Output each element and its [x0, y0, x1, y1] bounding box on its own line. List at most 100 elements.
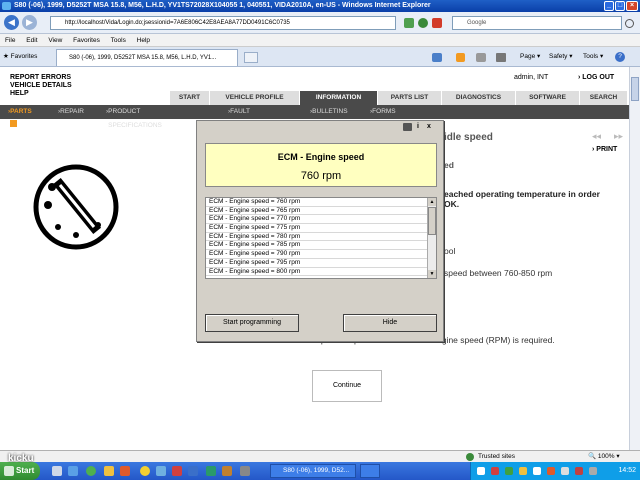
- scroll-down-icon[interactable]: ▼: [428, 270, 436, 278]
- app-quicklaunch-icon[interactable]: [86, 466, 96, 476]
- tab-software[interactable]: SOFTWARE: [516, 91, 580, 105]
- tab-search[interactable]: SEARCH: [580, 91, 628, 105]
- dialog-info-icon[interactable]: i: [417, 123, 419, 130]
- print-link[interactable]: › PRINT: [592, 146, 617, 153]
- folder-icon[interactable]: [104, 466, 114, 476]
- expand-icon[interactable]: [10, 120, 17, 127]
- new-tab-button[interactable]: [244, 52, 258, 63]
- tab-parts-list[interactable]: PARTS LIST: [378, 91, 442, 105]
- minimize-button[interactable]: _: [604, 1, 614, 11]
- menu-edit[interactable]: Edit: [26, 37, 37, 44]
- list-item[interactable]: ECM - Engine speed = 800 rpm: [206, 268, 428, 277]
- menu-help[interactable]: Help: [137, 37, 150, 44]
- tray-icon[interactable]: [533, 467, 541, 475]
- back-button[interactable]: ◀: [4, 15, 19, 30]
- tools-menu[interactable]: Tools ▾: [583, 51, 603, 63]
- tab-vehicle-profile[interactable]: VEHICLE PROFILE: [210, 91, 300, 105]
- continue-button[interactable]: Continue: [312, 370, 382, 402]
- subnav-fault-tracing[interactable]: › FAULT TRACING: [228, 105, 259, 129]
- subnav-parts[interactable]: › PARTS: [8, 105, 32, 119]
- menu-file[interactable]: File: [5, 37, 15, 44]
- list-item[interactable]: ECM - Engine speed = 775 rpm: [206, 224, 428, 233]
- tray-icon[interactable]: [575, 467, 583, 475]
- tool-icon[interactable]: [172, 466, 182, 476]
- utility-icon[interactable]: [206, 466, 216, 476]
- logout-label: LOG OUT: [582, 74, 615, 81]
- menu-view[interactable]: View: [48, 37, 62, 44]
- explorer-icon[interactable]: [188, 466, 198, 476]
- dialog-close-icon[interactable]: x: [427, 123, 431, 130]
- ie-quicklaunch-icon[interactable]: [68, 466, 78, 476]
- messenger-icon[interactable]: [140, 466, 150, 476]
- hide-button[interactable]: Hide: [343, 314, 437, 332]
- page-scrollbar[interactable]: [629, 67, 640, 450]
- logout-link[interactable]: › LOG OUT: [578, 74, 614, 81]
- subnav-repair[interactable]: › REPAIR: [58, 105, 84, 119]
- close-button[interactable]: ×: [626, 1, 638, 11]
- tray-icon[interactable]: [477, 467, 485, 475]
- page-menu[interactable]: Page ▾: [520, 51, 540, 63]
- search-icon[interactable]: [625, 19, 634, 28]
- forward-button[interactable]: ▶: [22, 15, 37, 30]
- engine-speed-list[interactable]: ECM - Engine speed = 760 rpm ECM - Engin…: [205, 197, 437, 279]
- clock[interactable]: 14:52: [618, 467, 636, 474]
- ignition-switch-illustration: [33, 164, 119, 250]
- tab-diagnostics[interactable]: DIAGNOSTICS: [442, 91, 516, 105]
- refresh-icon[interactable]: [418, 18, 428, 28]
- taskbar-ie-window[interactable]: S80 (-06), 1999, D52...: [270, 464, 356, 478]
- list-item[interactable]: ECM - Engine speed = 785 rpm: [206, 241, 428, 251]
- dialog-print-icon[interactable]: [403, 123, 412, 131]
- menu-tools[interactable]: Tools: [111, 37, 126, 44]
- show-desktop-icon[interactable]: [52, 466, 62, 476]
- search-input[interactable]: Google: [452, 16, 622, 30]
- start-button[interactable]: Start: [0, 462, 40, 480]
- list-item[interactable]: ECM - Engine speed = 765 rpm: [206, 207, 428, 216]
- feeds-icon[interactable]: [456, 53, 465, 62]
- tray-icon[interactable]: [505, 467, 513, 475]
- tab-information[interactable]: INFORMATION: [300, 91, 378, 105]
- subnav-bulletins[interactable]: › BULLETINS: [310, 105, 348, 119]
- compat-view-icon[interactable]: [404, 18, 414, 28]
- url-input[interactable]: http://localhost/Vida/Login.do;jsessioni…: [50, 16, 396, 30]
- zoom-level[interactable]: 🔍 100% ▾: [588, 451, 620, 462]
- home-icon[interactable]: [432, 53, 442, 62]
- program-icon[interactable]: [222, 466, 232, 476]
- list-item[interactable]: ECM - Engine speed = 795 rpm: [206, 259, 428, 268]
- start-label: Start: [16, 466, 35, 475]
- print-icon[interactable]: [496, 53, 506, 62]
- menu-favorites[interactable]: Favorites: [73, 37, 100, 44]
- safety-menu[interactable]: Safety ▾: [549, 51, 573, 63]
- next-page-icon[interactable]: ▸▸: [614, 131, 623, 142]
- settings-icon[interactable]: [240, 466, 250, 476]
- scroll-up-icon[interactable]: ▲: [428, 198, 436, 206]
- subnav-forms[interactable]: › FORMS: [370, 105, 396, 119]
- stop-icon[interactable]: [432, 18, 442, 28]
- help-link[interactable]: HELP: [10, 90, 29, 98]
- help-icon[interactable]: ?: [615, 52, 625, 62]
- tray-icon[interactable]: [547, 467, 555, 475]
- list-item[interactable]: ECM - Engine speed = 790 rpm: [206, 250, 428, 259]
- subnav-product-specifications[interactable]: › PRODUCT SPECIFICATIONS: [106, 105, 162, 129]
- list-item[interactable]: ECM - Engine speed = 760 rpm: [206, 198, 428, 207]
- list-scrollbar-thumb[interactable]: [428, 207, 436, 235]
- prev-page-icon[interactable]: ◂◂: [592, 131, 601, 142]
- start-programming-button[interactable]: Start programming: [205, 314, 299, 332]
- volume-icon[interactable]: [589, 467, 597, 475]
- taskbar-second-window[interactable]: [360, 464, 380, 478]
- report-errors-link[interactable]: REPORT ERRORS: [10, 74, 71, 82]
- scrollbar-thumb[interactable]: [631, 77, 639, 101]
- list-item[interactable]: ECM - Engine speed = 780 rpm: [206, 233, 428, 242]
- browser-tab[interactable]: S80 (-06), 1999, D5252T MSA 15.8, M56, L…: [56, 49, 238, 66]
- tab-start[interactable]: START: [170, 91, 210, 105]
- tray-icon[interactable]: [561, 467, 569, 475]
- tray-icon[interactable]: [519, 467, 527, 475]
- maximize-button[interactable]: □: [615, 1, 625, 11]
- media-icon[interactable]: [120, 466, 130, 476]
- vehicle-details-link[interactable]: VEHICLE DETAILS: [10, 82, 72, 90]
- read-mail-icon[interactable]: [476, 53, 486, 62]
- list-scrollbar[interactable]: ▲ ▼: [427, 198, 436, 278]
- tray-icon[interactable]: [491, 467, 499, 475]
- favorites-button[interactable]: ★ Favorites: [3, 51, 37, 63]
- list-item[interactable]: ECM - Engine speed = 770 rpm: [206, 215, 428, 225]
- network-icon[interactable]: [156, 466, 166, 476]
